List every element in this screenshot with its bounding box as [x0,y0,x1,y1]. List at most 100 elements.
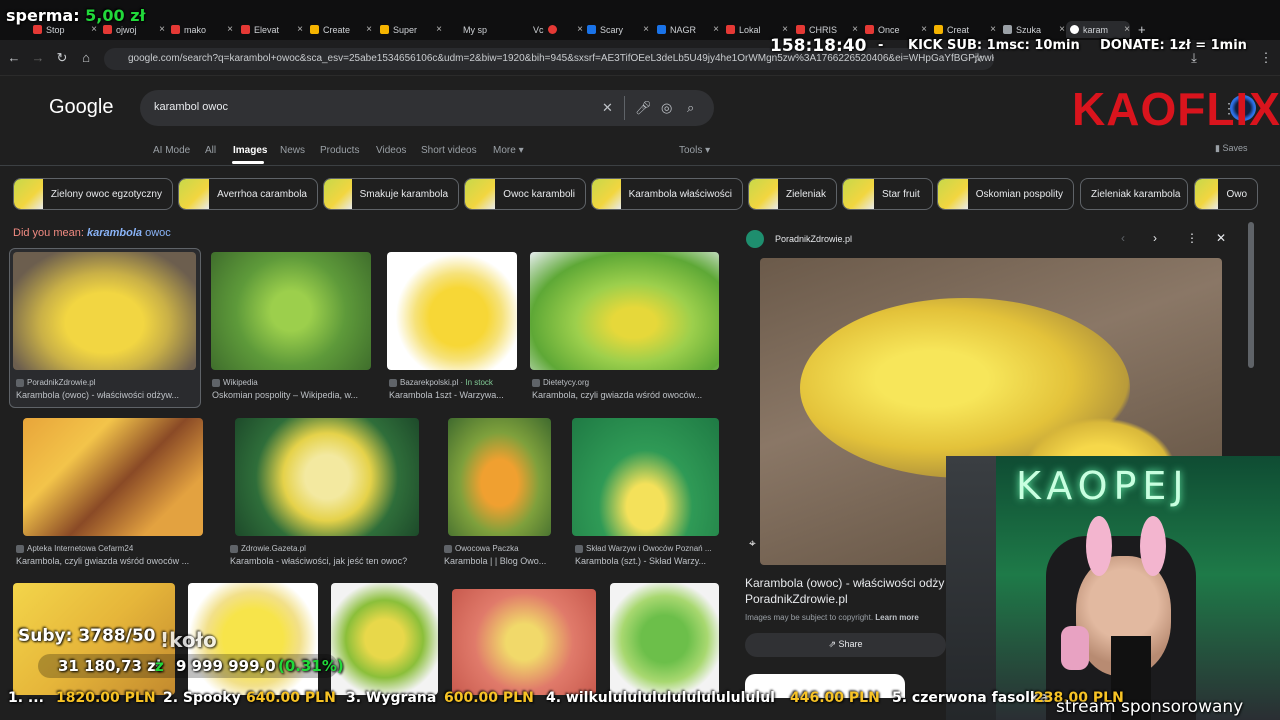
browser-tab[interactable]: Super × [380,21,442,38]
result-title[interactable]: Karambola (szt.) - Skład Warzy... [575,556,721,566]
chip[interactable]: Zielony owoc egzotyczny [13,178,173,210]
browser-tab[interactable]: Create × [310,21,372,38]
tab-images[interactable]: Images [233,145,267,156]
kick-sub-info: KICK SUB: 1msc: 10min [908,38,1080,53]
tab-videos[interactable]: Videos [376,145,406,156]
browser-tab[interactable]: NAGR × [657,21,719,38]
tab-ai-mode[interactable]: AI Mode [153,145,190,156]
ticker-amount: 600.00 PLN [444,690,534,706]
result-image[interactable] [452,589,596,695]
kolo-command: !koło [160,628,217,652]
chip[interactable]: Smakuje karambola [323,178,459,210]
lens-icon[interactable]: ◎ [661,100,672,116]
microphone-icon[interactable]: 🎤︎ [635,100,652,116]
chip[interactable]: Oskomian pospolity [937,178,1074,210]
sponsor-text: stream sponsorowany [1056,697,1244,717]
result-image[interactable] [610,583,719,695]
ticker-amount: 446.00 PLN [790,690,880,706]
result-image[interactable] [211,252,371,370]
result-image[interactable] [23,418,203,536]
result-title[interactable]: Karambola, czyli gwiazda wśród owoców ..… [16,556,204,566]
result-source: Skład Warzyw i Owoców Poznań ... [575,544,721,553]
browser-tab[interactable]: Vc × [533,21,583,38]
browser-tab[interactable]: Once × [865,21,927,38]
browser-tab[interactable]: Szuka × [1003,21,1065,38]
chip-thumbnail [324,179,352,209]
browser-tab[interactable]: My sp [463,21,515,38]
google-logo[interactable]: Google [49,96,114,119]
ticker-rank: 2. Spooky [163,690,241,706]
share-button[interactable]: ⇗ Share [745,633,946,657]
result-image[interactable] [530,252,719,370]
forward-icon[interactable]: → [30,50,46,66]
result-title[interactable]: Karambola | | Blog Owo... [444,556,554,566]
ticker-rank: 3. Wygrana [346,690,437,706]
chip[interactable]: Karambola właściwości [591,178,743,210]
result-title[interactable]: Karambola - właściwości, jak jeść ten ow… [230,556,426,566]
reload-icon[interactable]: ↻ [54,50,70,66]
result-image[interactable] [331,583,438,695]
result-source: Apteka Internetowa Cefarm24 [16,544,133,553]
close-icon[interactable]: ✕ [1216,231,1226,245]
tab-news[interactable]: News [280,145,305,156]
browser-tab[interactable]: Creat × [934,21,996,38]
chip[interactable]: Zieleniak [748,178,837,210]
neon-sign: KAOPEJ [1016,464,1190,508]
previous-icon[interactable]: ‹ [1121,231,1125,245]
panel-site[interactable]: PoradnikZdrowie.pl [745,592,848,606]
result-source: Bazarekpolski.pl · In stock [389,378,493,387]
chip[interactable]: Owo [1194,178,1258,210]
tools-button[interactable]: Tools ▾ [679,145,710,156]
chip-thumbnail [1195,179,1219,209]
subs-counter: Suby: 3788/50 [18,626,156,646]
back-icon[interactable]: ← [6,50,22,66]
chip[interactable]: Owoc karamboli [464,178,586,210]
browser-tab-active[interactable]: karam × [1066,21,1130,38]
tab-more[interactable]: More ▾ [493,145,524,156]
bunny-ear [1140,516,1166,576]
learn-more-link[interactable]: Learn more [875,613,919,622]
lens-search-icon[interactable]: ⌖ [749,536,756,551]
chip-thumbnail [14,179,43,209]
result-title[interactable]: Karambola 1szt - Warzywa... [389,390,519,400]
suggestion-link[interactable]: karambola [87,227,142,239]
donate-info: DONATE: 1zł = 1min [1100,38,1247,53]
result-image[interactable] [572,418,719,536]
menu-icon[interactable]: ⋮ [1258,50,1274,66]
result-image[interactable] [13,252,196,370]
home-icon[interactable]: ⌂ [78,50,94,66]
result-image[interactable] [235,418,419,536]
did-you-mean: Did you mean: karambola owoc [13,227,171,239]
chip-thumbnail [938,179,968,209]
result-title[interactable]: Oskomian pospolity – Wikipedia, w... [212,390,372,400]
result-image[interactable] [448,418,551,536]
saves-button[interactable]: ▮ Saves [1215,143,1247,154]
sperma-counter: sperma: 5,00 zł [6,6,146,25]
result-image[interactable] [387,252,517,370]
browser-tab[interactable]: Elevat × [241,21,303,38]
suggestion-rest[interactable]: owoc [145,227,171,239]
chip[interactable]: Star fruit [842,178,933,210]
scrollbar[interactable] [1248,222,1254,368]
tab-short-videos[interactable]: Short videos [421,145,477,156]
chip[interactable]: Zieleniak karambola [1080,178,1188,210]
result-title[interactable]: Karambola, czyli gwiazda wśród owoców... [532,390,718,400]
chip[interactable]: Averrhoa carambola [178,178,318,210]
tab-all[interactable]: All [205,145,216,156]
browser-tab[interactable]: mako × [171,21,233,38]
tab-products[interactable]: Products [320,145,359,156]
next-icon[interactable]: › [1153,231,1157,245]
webcam-overlay: KAOPEJ [946,456,1280,720]
new-tab-button[interactable]: + [1138,21,1150,38]
result-title[interactable]: Karambola (owoc) - właściwości odżyw... [16,390,194,400]
search-icon[interactable]: ⌕ [687,100,694,116]
panel-title[interactable]: Karambola (owoc) - właściwości odży [745,576,945,590]
chip-thumbnail [592,179,621,209]
goal-current: 31 180,73 zł [58,657,162,675]
browser-tab[interactable]: Scary × [587,21,649,38]
goal-target: 9 999 999,0 [176,657,276,675]
panel-source[interactable]: PoradnikZdrowie.pl [775,234,852,244]
clear-icon[interactable]: ✕ [602,100,613,116]
active-tab-indicator [232,161,264,164]
more-options-icon[interactable]: ⋮ [1186,231,1198,245]
